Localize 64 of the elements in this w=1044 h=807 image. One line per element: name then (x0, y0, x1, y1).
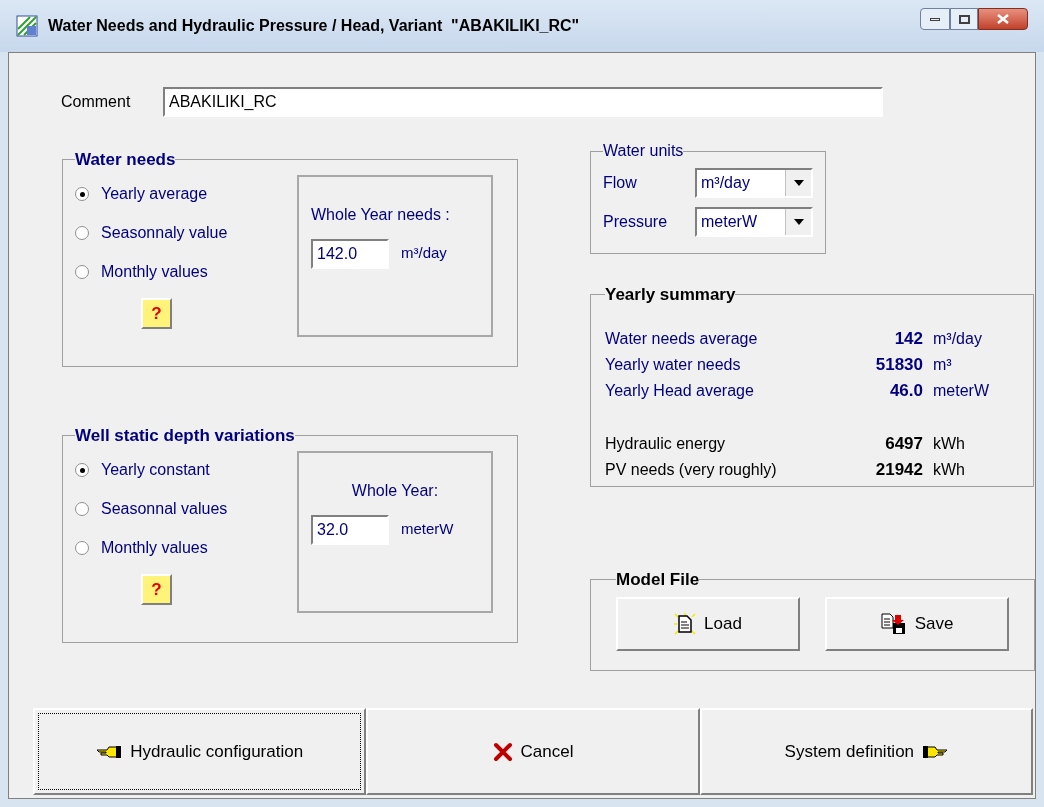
summary-label: Water needs average (605, 328, 759, 349)
summary-unit: m³ (932, 354, 952, 375)
help-button[interactable]: ? (141, 573, 172, 605)
field-label: Pressure (603, 211, 669, 232)
radio-button[interactable] (75, 187, 89, 201)
window-title: Water Needs and Hydraulic Pressure / Head, Variant "ABAKILIKI_RC" (48, 16, 580, 36)
radio-label: Seasonnaly value (101, 223, 228, 243)
radio-label: Monthly values (101, 262, 208, 282)
unit-label: meterW (401, 519, 454, 540)
group-title: Yearly summary (605, 284, 736, 306)
comment-field[interactable]: ABAKILIKI_RC (163, 87, 883, 117)
summary-value: 142 (893, 327, 923, 350)
summary-unit: m³/day (932, 328, 982, 349)
unit-label: m³/day (401, 243, 447, 264)
load-button[interactable]: Load (616, 596, 800, 651)
radio-label: Yearly average (101, 184, 208, 204)
app-icon (16, 15, 38, 37)
radio-button[interactable] (75, 502, 89, 516)
summary-value: 46.0 (888, 379, 923, 402)
cancel-button[interactable]: Cancel (366, 708, 700, 795)
group-title: Water needs (75, 149, 176, 171)
group-title: Water units (603, 141, 684, 161)
pointing-hand-icon (96, 744, 123, 759)
document-icon (674, 612, 697, 635)
summary-value: 21942 (874, 458, 923, 481)
summary-unit: kWh (932, 459, 965, 480)
help-button[interactable]: ? (141, 297, 172, 329)
panel-label: Whole Year: (350, 480, 440, 501)
summary-label: PV needs (very roughly) (605, 459, 778, 480)
maximize-button[interactable] (950, 8, 978, 30)
unit-dropdown[interactable]: m³/day (695, 167, 813, 198)
save-button[interactable]: Save (825, 596, 1009, 651)
pointing-hand-icon (922, 744, 949, 759)
summary-label: Yearly water needs (605, 354, 742, 375)
close-button[interactable] (978, 8, 1028, 30)
field-label: Flow (603, 172, 638, 193)
summary-unit: kWh (932, 433, 965, 454)
dropdown-arrow-icon (793, 179, 804, 186)
radio-label: Yearly constant (101, 460, 210, 480)
next-button[interactable]: System definition (699, 708, 1033, 795)
minimize-button[interactable] (920, 8, 950, 30)
value-field[interactable]: 32.0 (311, 514, 389, 545)
panel-label: Whole Year needs : (311, 204, 451, 225)
group-title: Well static depth variations (75, 425, 295, 447)
radio-label: Seasonnal values (101, 499, 228, 519)
summary-value: 51830 (874, 353, 923, 376)
close-icon (997, 14, 1009, 24)
back-button[interactable]: Hydraulic configuration (33, 708, 367, 795)
radio-button[interactable] (75, 541, 89, 555)
summary-label: Hydraulic energy (605, 433, 727, 454)
radio-button[interactable] (75, 463, 89, 477)
comment-label: Comment (61, 92, 132, 112)
summary-value: 6497 (884, 432, 923, 455)
save-icon (880, 612, 907, 635)
radio-label: Monthly values (101, 538, 208, 558)
radio-button[interactable] (75, 265, 89, 279)
cross-icon (492, 741, 513, 762)
summary-label: Yearly Head average (605, 380, 755, 401)
summary-unit: meterW (932, 380, 989, 401)
dropdown-arrow-icon (793, 218, 804, 225)
value-field[interactable]: 142.0 (311, 238, 389, 269)
group-title: Model File (616, 569, 700, 591)
unit-dropdown[interactable]: meterW (695, 206, 813, 237)
radio-button[interactable] (75, 226, 89, 240)
